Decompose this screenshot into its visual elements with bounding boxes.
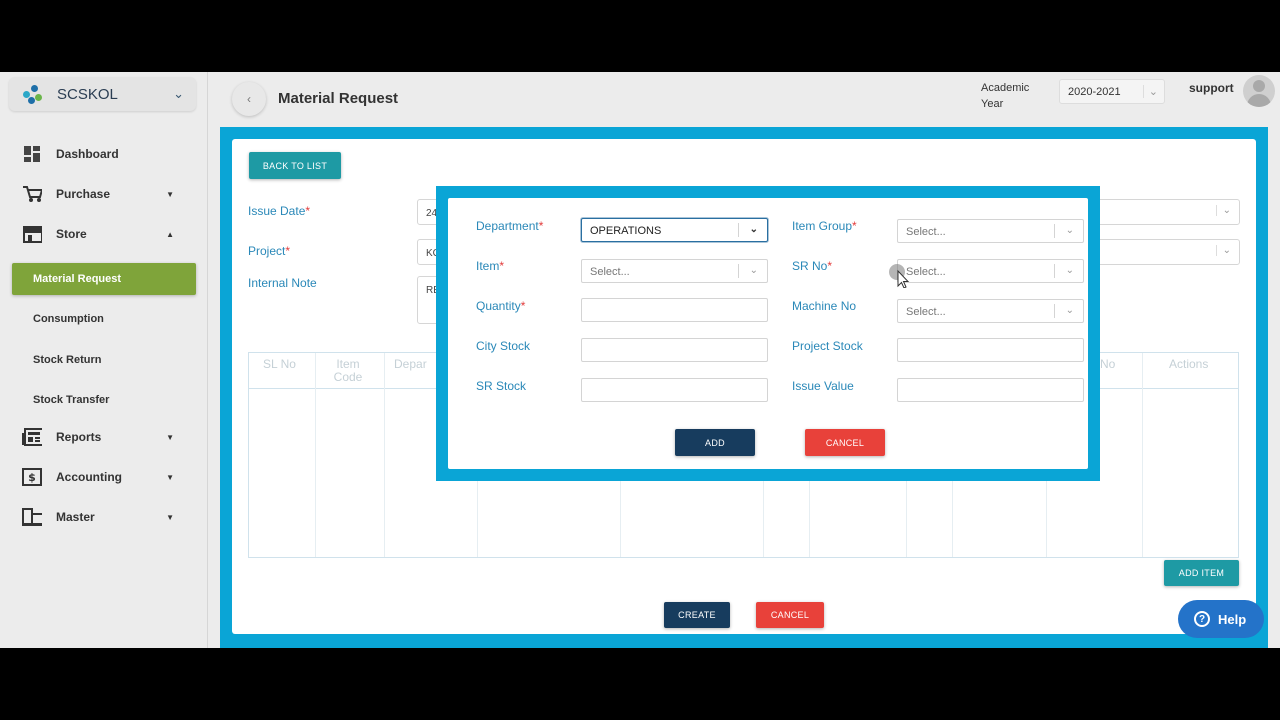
sidebar-item-label: Store [56, 227, 87, 241]
issue-date-label: Issue Date* [248, 204, 311, 218]
cart-icon [22, 185, 42, 203]
add-item-modal: Department* OPERATIONS ⌄ Item Group* Sel… [448, 198, 1088, 469]
sidebar-item-master[interactable]: Master ▼ [22, 505, 182, 529]
item-placeholder: Select... [590, 266, 630, 278]
chevron-down-icon: ⌄ [749, 224, 758, 235]
chevron-down-icon: ⌄ [1215, 205, 1231, 216]
caret-up-icon: ▲ [166, 229, 174, 239]
sidebar-item-stock-transfer[interactable]: Stock Transfer [33, 394, 109, 406]
item-select[interactable]: Select... ⌄ [581, 259, 768, 283]
chevron-down-icon: ⌄ [1065, 305, 1074, 316]
add-item-button[interactable]: ADD ITEM [1164, 560, 1239, 586]
chevron-down-icon: ⌄ [1142, 85, 1158, 98]
item-group-select[interactable]: Select... ⌄ [897, 219, 1084, 243]
table-header: SL No [263, 357, 296, 371]
table-header: Depar [394, 357, 427, 371]
issue-value-label: Issue Value [792, 379, 854, 393]
chevron-down-icon: ⌄ [1065, 225, 1074, 236]
dollar-icon: $ [22, 468, 42, 486]
sr-no-placeholder: Select... [906, 266, 946, 278]
sidebar-item-label: Reports [56, 430, 102, 444]
academic-year-value: 2020-2021 [1068, 86, 1121, 98]
question-icon: ? [1194, 611, 1210, 627]
sidebar-item-reports[interactable]: Reports ▼ [22, 425, 182, 449]
table-header: Actions [1169, 357, 1209, 371]
help-label: Help [1218, 611, 1247, 627]
back-button[interactable]: ‹ [232, 82, 266, 116]
item-group-label: Item Group* [792, 219, 857, 233]
app-window: SCSKOL ⌄ Dashboard Purchase ▼ Store ▲ Ma… [0, 72, 1280, 648]
machine-no-select[interactable]: Select... ⌄ [897, 299, 1084, 323]
modal-cancel-button[interactable]: CANCEL [805, 429, 885, 456]
table-header: Item Code [333, 357, 363, 384]
newspaper-icon [22, 428, 42, 446]
caret-down-icon: ▼ [166, 189, 174, 199]
svg-text:$: $ [28, 471, 36, 484]
sr-stock-label: SR Stock [476, 379, 527, 393]
sr-stock-input[interactable] [581, 378, 768, 402]
dashboard-icon [22, 145, 42, 163]
create-button[interactable]: CREATE [664, 602, 730, 628]
avatar[interactable] [1243, 75, 1275, 107]
master-icon [22, 508, 42, 526]
sidebar-item-label: Dashboard [56, 147, 119, 161]
department-value: OPERATIONS [590, 225, 662, 237]
machine-no-placeholder: Select... [906, 306, 946, 318]
modal-add-button[interactable]: ADD [675, 429, 755, 456]
sidebar-item-material-request[interactable]: Material Request [12, 263, 196, 295]
brand-selector[interactable]: SCSKOL ⌄ [9, 77, 196, 111]
sr-no-select[interactable]: Select... ⌄ [897, 259, 1084, 283]
chevron-down-icon: ⌄ [1065, 265, 1074, 276]
sidebar: SCSKOL ⌄ Dashboard Purchase ▼ Store ▲ Ma… [0, 72, 208, 648]
item-label: Item* [476, 259, 505, 273]
sidebar-item-consumption[interactable]: Consumption [33, 313, 104, 325]
sidebar-item-accounting[interactable]: $ Accounting ▼ [22, 465, 182, 489]
caret-down-icon: ▼ [166, 432, 174, 442]
academic-year-select[interactable]: 2020-2021 ⌄ [1059, 79, 1165, 104]
issue-value-input[interactable] [897, 378, 1084, 402]
back-to-list-button[interactable]: BACK TO LIST [249, 152, 341, 179]
help-button[interactable]: ? Help [1178, 600, 1264, 638]
sidebar-item-label: Accounting [56, 470, 122, 484]
chevron-left-icon: ‹ [247, 92, 251, 106]
chevron-down-icon: ⌄ [749, 265, 758, 276]
quantity-label: Quantity* [476, 299, 526, 313]
sidebar-item-label: Master [56, 510, 95, 524]
right-select-1[interactable]: ⌄ [1092, 199, 1240, 225]
project-stock-label: Project Stock [792, 339, 863, 353]
sidebar-item-purchase[interactable]: Purchase ▼ [22, 182, 182, 206]
chevron-down-icon: ⌄ [173, 86, 184, 101]
sr-no-label: SR No* [792, 259, 833, 273]
machine-no-label: Machine No [792, 299, 857, 313]
department-label: Department* [476, 219, 544, 233]
caret-down-icon: ▼ [166, 512, 174, 522]
right-select-2[interactable]: ⌄ [1092, 239, 1240, 265]
city-stock-label: City Stock [476, 339, 531, 353]
academic-year-label: Academic Year [981, 82, 1030, 110]
brand-name: SCSKOL [57, 85, 118, 103]
project-stock-input[interactable] [897, 338, 1084, 362]
cancel-button[interactable]: CANCEL [756, 602, 824, 628]
chevron-down-icon: ⌄ [1215, 245, 1231, 256]
table-header: No [1100, 357, 1116, 371]
quantity-input[interactable] [581, 298, 768, 322]
add-item-modal-frame: Department* OPERATIONS ⌄ Item Group* Sel… [436, 186, 1100, 481]
item-group-placeholder: Select... [906, 226, 946, 238]
brand-logo-icon [23, 83, 45, 105]
page-title: Material Request [278, 90, 399, 107]
city-stock-input[interactable] [581, 338, 768, 362]
internal-note-label: Internal Note [248, 276, 317, 290]
user-name: support [1189, 81, 1234, 95]
sidebar-item-store[interactable]: Store ▲ [22, 222, 182, 246]
sidebar-item-dashboard[interactable]: Dashboard [22, 142, 182, 166]
store-icon [22, 225, 42, 243]
caret-down-icon: ▼ [166, 472, 174, 482]
sidebar-item-stock-return[interactable]: Stock Return [33, 354, 101, 366]
department-select[interactable]: OPERATIONS ⌄ [581, 218, 768, 242]
mouse-cursor-icon [888, 264, 910, 293]
sidebar-item-label: Purchase [56, 187, 111, 201]
project-label: Project* [248, 244, 291, 258]
